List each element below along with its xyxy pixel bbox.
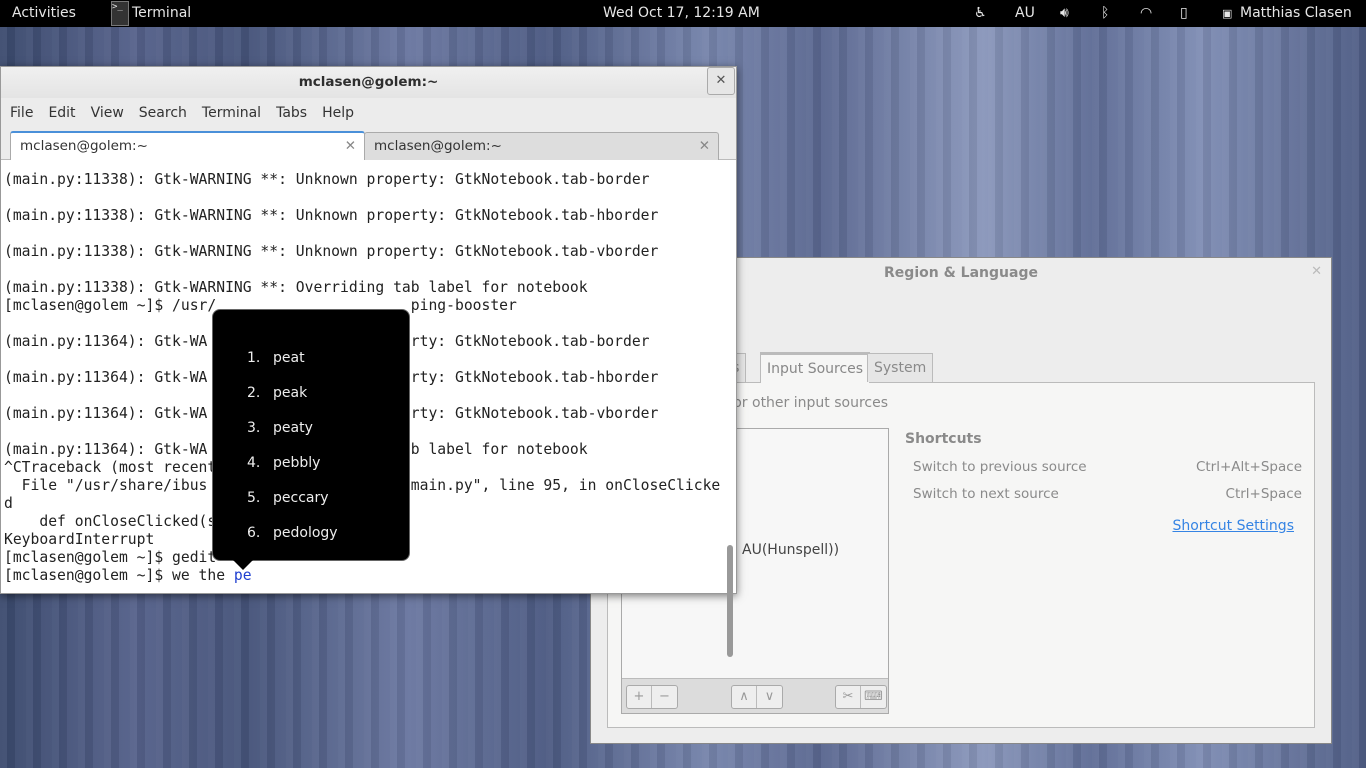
menu-edit[interactable]: Edit bbox=[48, 98, 75, 128]
shortcuts-heading: Shortcuts bbox=[905, 431, 982, 447]
volume-icon[interactable]: 🔊︎ bbox=[1060, 5, 1069, 21]
menu-search[interactable]: Search bbox=[139, 98, 187, 128]
candidate-word: peaty bbox=[273, 420, 313, 436]
tab-label: mclasen@golem:~ bbox=[20, 138, 148, 154]
accessibility-icon[interactable]: ♿ bbox=[974, 5, 987, 21]
candidate-word: peccary bbox=[273, 490, 329, 506]
terminal-line: (main.py:11338): Gtk-WARNING **: Overrid… bbox=[4, 279, 588, 296]
tab-label: mclasen@golem:~ bbox=[374, 138, 502, 154]
shortcut-previous-label: Switch to previous source bbox=[913, 459, 1087, 475]
move-up-icon[interactable]: ∧ bbox=[732, 686, 757, 708]
settings-icon[interactable]: ✂ bbox=[836, 686, 861, 708]
list-toolbar: + − ∧ ∨ ✂ ⌨ bbox=[622, 678, 888, 713]
close-tab-icon[interactable]: ✕ bbox=[699, 133, 710, 159]
user-icon: ▣ bbox=[1222, 7, 1233, 20]
top-bar: Activities >_ Terminal Wed Oct 17, 12:19… bbox=[0, 0, 1366, 27]
terminal-line: (main.py:11338): Gtk-WARNING **: Unknown… bbox=[4, 207, 659, 224]
terminal-line: (main.py:11338): Gtk-WARNING **: Unknown… bbox=[4, 243, 659, 260]
candidate-item[interactable]: 4. pebbly bbox=[247, 455, 320, 471]
menu-view[interactable]: View bbox=[91, 98, 124, 128]
candidate-item[interactable]: 5. peccary bbox=[247, 490, 329, 506]
shortcut-settings-link[interactable]: Shortcut Settings bbox=[1172, 518, 1294, 534]
menu-tabs[interactable]: Tabs bbox=[276, 98, 307, 128]
menu-terminal[interactable]: Terminal bbox=[202, 98, 261, 128]
candidate-item[interactable]: 2. peak bbox=[247, 385, 307, 401]
close-icon[interactable]: ✕ bbox=[1311, 264, 1322, 279]
tab-system[interactable]: System bbox=[867, 353, 934, 382]
wifi-icon[interactable]: ◠ bbox=[1140, 5, 1152, 21]
remove-icon[interactable]: − bbox=[652, 686, 677, 708]
terminal-app-icon: >_ bbox=[111, 1, 129, 26]
candidate-number: 1. bbox=[247, 350, 261, 366]
tab-inactive[interactable]: mclasen@golem:~ ✕ bbox=[364, 132, 719, 160]
menu-bar: File Edit View Search Terminal Tabs Help bbox=[1, 98, 736, 128]
terminal-line: (main.py:11338): Gtk-WARNING **: Unknown… bbox=[4, 171, 650, 188]
candidate-number: 5. bbox=[247, 490, 261, 506]
keyboard-icon[interactable]: ⌨ bbox=[861, 686, 886, 708]
scrollbar[interactable] bbox=[727, 545, 733, 657]
terminal-prompt-line: [mclasen@golem ~]$ we the pe bbox=[4, 567, 720, 585]
candidate-item[interactable]: 3. peaty bbox=[247, 420, 313, 436]
tab-active[interactable]: mclasen@golem:~ ✕ bbox=[10, 131, 365, 160]
candidate-word: pebbly bbox=[273, 455, 321, 471]
close-icon[interactable]: ✕ bbox=[707, 67, 735, 95]
candidate-item[interactable]: 1. peat bbox=[247, 350, 305, 366]
menu-file[interactable]: File bbox=[10, 98, 33, 128]
candidate-word: peat bbox=[273, 350, 305, 366]
app-menu[interactable]: Terminal bbox=[132, 5, 191, 21]
ibus-candidate-popup: 1. peat 2. peak 3. peaty 4. pebbly 5. peccary 6. pe… bbox=[212, 309, 410, 570]
shortcut-next-keys[interactable]: Ctrl+Space bbox=[1226, 486, 1302, 502]
shortcut-next-label: Switch to next source bbox=[913, 486, 1059, 502]
battery-icon[interactable]: ▯ bbox=[1180, 5, 1188, 21]
add-icon[interactable]: + bbox=[627, 686, 652, 708]
candidate-item[interactable]: 6. pedology bbox=[247, 525, 338, 541]
move-down-icon[interactable]: ∨ bbox=[757, 686, 782, 708]
menu-help[interactable]: Help bbox=[322, 98, 354, 128]
shortcut-previous-keys[interactable]: Ctrl+Alt+Space bbox=[1196, 459, 1302, 475]
input-source-item[interactable]: AU(Hunspell)) bbox=[742, 542, 839, 558]
candidate-number: 2. bbox=[247, 385, 261, 401]
terminal-line: ​ bbox=[4, 225, 720, 243]
terminal-line: ​ bbox=[4, 189, 720, 207]
tab-bar: mclasen@golem:~ ✕ mclasen@golem:~ ✕ bbox=[1, 128, 736, 160]
candidate-word: pedology bbox=[273, 525, 338, 541]
window-title: mclasen@golem:~ bbox=[1, 67, 736, 98]
popup-arrow bbox=[233, 560, 253, 570]
prompt-text: [mclasen@golem ~]$ we the bbox=[4, 567, 234, 584]
keyboard-layout[interactable]: AU bbox=[1015, 5, 1035, 21]
candidate-number: 4. bbox=[247, 455, 261, 471]
bluetooth-icon[interactable]: ᛒ bbox=[1101, 5, 1109, 21]
user-menu[interactable]: Matthias Clasen bbox=[1240, 5, 1352, 21]
tab-input-sources[interactable]: Input Sources bbox=[760, 352, 871, 383]
clock[interactable]: Wed Oct 17, 12:19 AM bbox=[603, 5, 760, 21]
candidate-number: 3. bbox=[247, 420, 261, 436]
candidate-number: 6. bbox=[247, 525, 261, 541]
candidate-word: peak bbox=[273, 385, 308, 401]
activities-button[interactable]: Activities bbox=[12, 5, 76, 21]
terminal-line: ​ bbox=[4, 261, 720, 279]
close-tab-icon[interactable]: ✕ bbox=[345, 133, 356, 159]
